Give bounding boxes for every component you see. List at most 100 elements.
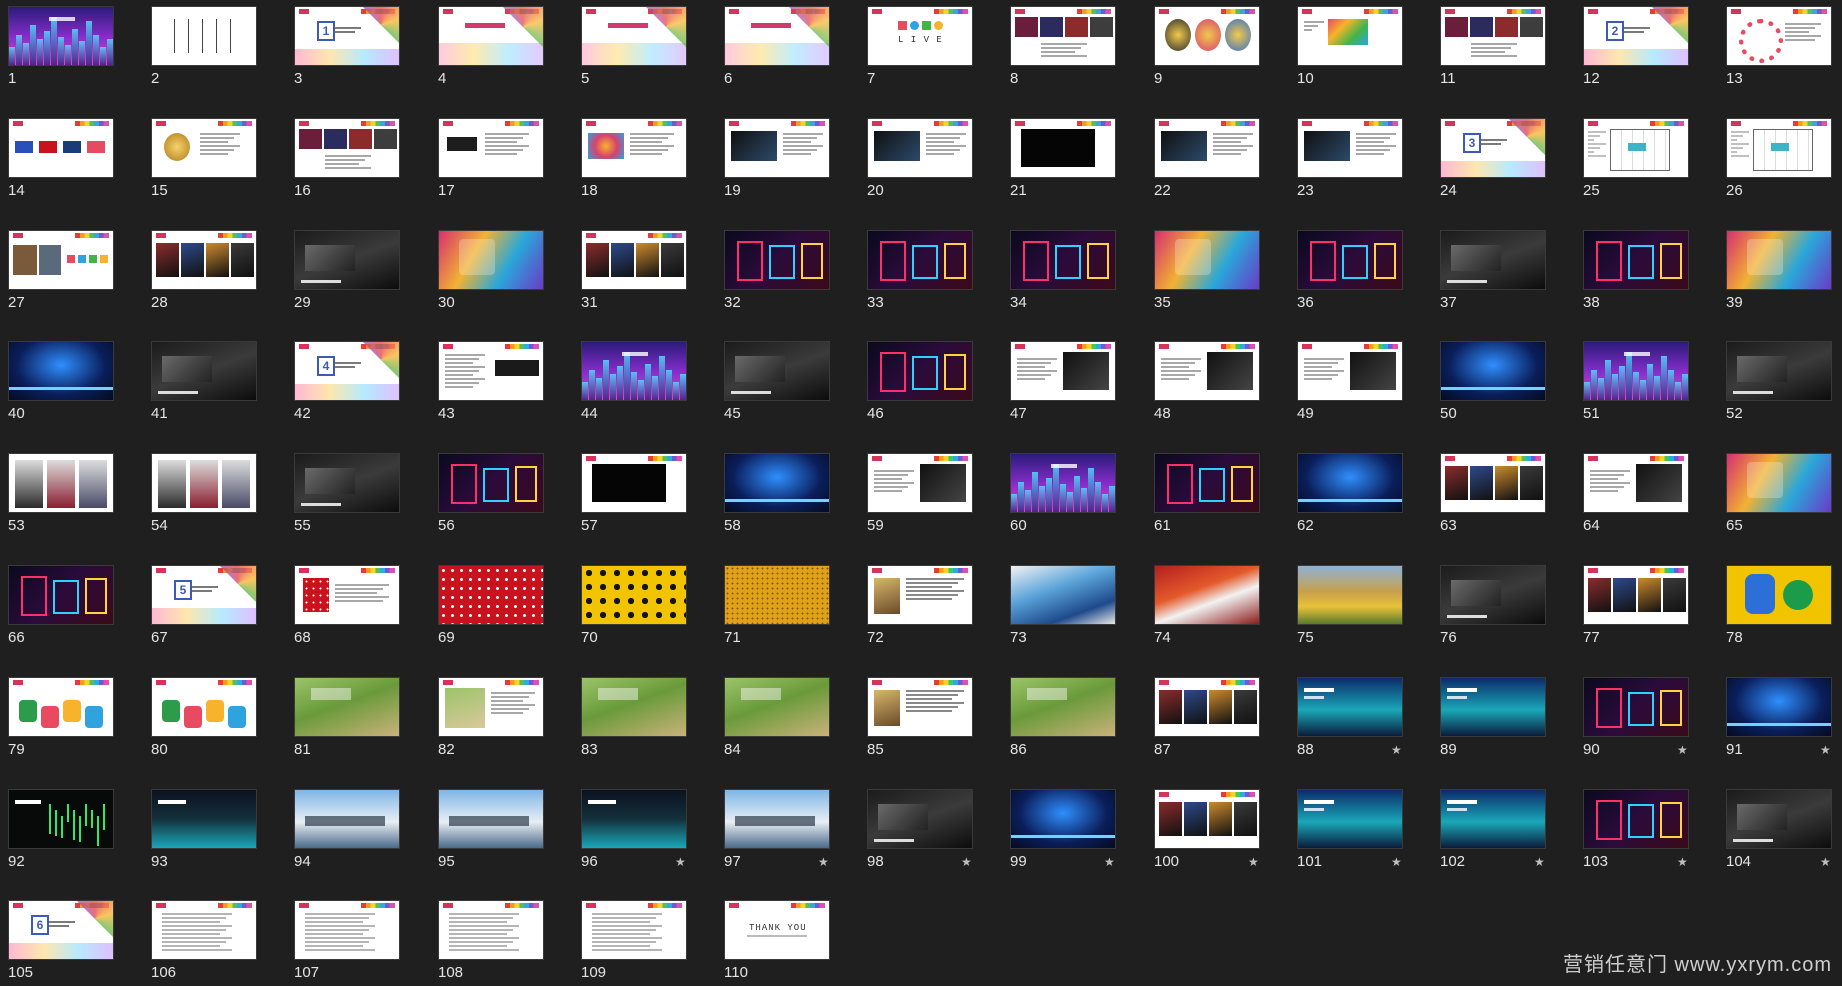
slide-preview[interactable] [1726,565,1832,625]
slide-thumbnail[interactable]: 89 [1432,671,1546,763]
slide-preview[interactable] [1297,453,1403,513]
slide-preview[interactable] [151,900,257,960]
slide-preview[interactable] [8,453,114,513]
slide-preview[interactable] [1010,789,1116,849]
slide-thumbnail[interactable]: 1 [0,0,114,92]
slide-thumbnail[interactable]: 53 [0,447,114,539]
slide-preview[interactable] [581,900,687,960]
slide-preview[interactable] [1583,230,1689,290]
slide-preview[interactable] [1010,230,1116,290]
slide-preview[interactable]: 4 [294,341,400,401]
slide-thumbnail[interactable]: 59 [859,447,973,539]
slide-thumbnail[interactable]: 96 ★ [573,783,687,875]
slide-preview[interactable] [724,6,830,66]
slide-thumbnail[interactable]: 50 [1432,335,1546,427]
slide-thumbnail[interactable]: 3 24 [1432,112,1546,204]
slide-preview[interactable] [1297,118,1403,178]
slide-thumbnail[interactable]: 38 [1575,224,1689,316]
slide-preview[interactable]: 2 [1583,6,1689,66]
slide-thumbnail[interactable]: 5 [573,0,687,92]
slide-preview[interactable] [1440,6,1546,66]
slide-thumbnail[interactable]: 2 [143,0,257,92]
slide-preview[interactable] [1297,677,1403,737]
slide-thumbnail[interactable]: 92 [0,783,114,875]
slide-preview[interactable] [438,565,544,625]
slide-thumbnail[interactable]: 26 [1718,112,1832,204]
slide-thumbnail[interactable]: 17 [430,112,544,204]
slide-thumbnail[interactable]: 103 ★ [1575,783,1689,875]
slide-preview[interactable] [8,118,114,178]
slide-thumbnail[interactable]: 70 [573,559,687,651]
slide-thumbnail[interactable]: 37 [1432,224,1546,316]
slide-preview[interactable] [724,677,830,737]
slide-thumbnail[interactable]: 100 ★ [1146,783,1260,875]
slide-thumbnail[interactable]: 51 [1575,335,1689,427]
slide-thumbnail[interactable]: 55 [286,447,400,539]
slide-preview[interactable] [1583,789,1689,849]
slide-preview[interactable] [1440,230,1546,290]
slide-preview[interactable] [1154,6,1260,66]
slide-preview[interactable] [294,230,400,290]
slide-thumbnail[interactable]: 75 [1289,559,1403,651]
slide-preview[interactable] [724,230,830,290]
slide-preview[interactable] [1583,453,1689,513]
slide-preview[interactable] [1440,453,1546,513]
slide-thumbnail[interactable]: 81 [286,671,400,763]
slide-preview[interactable] [867,230,973,290]
slide-preview[interactable] [1010,341,1116,401]
slide-preview[interactable] [8,341,114,401]
slide-thumbnail[interactable]: 46 [859,335,973,427]
slide-preview[interactable] [1010,453,1116,513]
slide-thumbnail[interactable]: 27 [0,224,114,316]
slide-thumbnail[interactable]: 44 [573,335,687,427]
slide-preview[interactable]: L I V E [867,6,973,66]
slide-thumbnail[interactable]: 102 ★ [1432,783,1546,875]
slide-thumbnail[interactable]: 87 [1146,671,1260,763]
slide-preview[interactable] [1440,789,1546,849]
slide-thumbnail[interactable]: 94 [286,783,400,875]
slide-thumbnail[interactable]: 21 [1002,112,1116,204]
slide-preview[interactable] [1440,565,1546,625]
slide-preview[interactable] [8,230,114,290]
slide-preview[interactable] [294,789,400,849]
slide-thumbnail[interactable]: 15 [143,112,257,204]
slide-thumbnail[interactable]: 47 [1002,335,1116,427]
slide-preview[interactable] [1154,453,1260,513]
slide-preview[interactable] [867,677,973,737]
slide-thumbnail[interactable]: 10 [1289,0,1403,92]
slide-preview[interactable] [294,453,400,513]
slide-thumbnail[interactable]: 57 [573,447,687,539]
slide-thumbnail[interactable]: 68 [286,559,400,651]
slide-preview[interactable] [581,565,687,625]
slide-thumbnail[interactable]: 84 [716,671,830,763]
slide-preview[interactable] [8,565,114,625]
slide-preview[interactable]: THANK YOU [724,900,830,960]
slide-thumbnail[interactable]: 11 [1432,0,1546,92]
slide-preview[interactable] [438,789,544,849]
slide-preview[interactable] [438,230,544,290]
slide-thumbnail[interactable]: THANK YOU 110 [716,894,830,986]
slide-preview[interactable] [1010,565,1116,625]
slide-preview[interactable]: 1 [294,6,400,66]
slide-thumbnail[interactable]: 72 [859,559,973,651]
slide-preview[interactable] [1297,230,1403,290]
slide-thumbnail[interactable]: 95 [430,783,544,875]
slide-thumbnail[interactable]: 80 [143,671,257,763]
slide-thumbnail[interactable]: 28 [143,224,257,316]
slide-preview[interactable] [867,789,973,849]
slide-preview[interactable] [581,677,687,737]
slide-thumbnail[interactable]: 54 [143,447,257,539]
slide-thumbnail[interactable]: 60 [1002,447,1116,539]
slide-preview[interactable] [1726,677,1832,737]
slide-thumbnail[interactable]: 108 [430,894,544,986]
slide-thumbnail[interactable]: 4 42 [286,335,400,427]
slide-thumbnail[interactable]: 83 [573,671,687,763]
slide-thumbnail[interactable]: 78 [1718,559,1832,651]
slide-preview[interactable] [1154,677,1260,737]
slide-thumbnail[interactable]: L I V E 7 [859,0,973,92]
slide-thumbnail[interactable]: 29 [286,224,400,316]
slide-thumbnail[interactable]: 86 [1002,671,1116,763]
slide-thumbnail[interactable]: 43 [430,335,544,427]
slide-preview[interactable] [724,453,830,513]
slide-preview[interactable] [1297,565,1403,625]
